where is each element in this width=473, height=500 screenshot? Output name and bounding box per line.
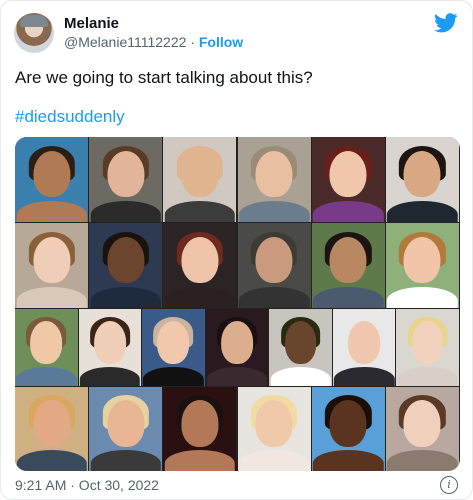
hashtag-link[interactable]: #diedsuddenly xyxy=(15,107,125,127)
portrait-photo xyxy=(237,137,311,222)
follow-button[interactable]: Follow xyxy=(199,34,243,50)
portrait-photo xyxy=(311,223,385,308)
tweet-timestamp[interactable]: 9:21 AM · Oct 30, 2022 xyxy=(15,477,159,493)
portrait-photo xyxy=(78,309,142,386)
portrait-photo xyxy=(15,387,89,471)
portrait-photo xyxy=(385,137,459,222)
tweet-text: Are we going to start talking about this… xyxy=(15,68,313,87)
portrait-photo xyxy=(163,223,237,308)
portrait-photo xyxy=(332,309,396,386)
twitter-bird-icon[interactable] xyxy=(434,12,458,34)
portrait-photo xyxy=(311,387,385,471)
portrait-photo xyxy=(15,223,89,308)
portrait-photo xyxy=(142,309,205,386)
portrait-photo xyxy=(163,387,237,471)
portrait-photo xyxy=(163,137,237,222)
collage-row xyxy=(15,387,460,471)
collage-row xyxy=(15,309,460,386)
portrait-photo xyxy=(15,137,89,222)
portrait-photo xyxy=(311,137,385,222)
tweet-card: Melanie @Melanie11112222 · Follow Are we… xyxy=(0,0,473,500)
collage-row xyxy=(15,223,460,308)
separator: · xyxy=(190,34,195,50)
collage-row xyxy=(15,137,460,222)
portrait-photo xyxy=(269,309,332,386)
author-handle-row: @Melanie11112222 · Follow xyxy=(64,34,243,50)
portrait-photo xyxy=(15,309,78,386)
author-handle[interactable]: @Melanie11112222 xyxy=(64,34,186,50)
author-name[interactable]: Melanie xyxy=(64,15,119,32)
portrait-photo xyxy=(89,387,163,471)
info-icon[interactable]: i xyxy=(440,476,458,494)
media-collage[interactable] xyxy=(15,137,460,471)
portrait-photo xyxy=(385,223,459,308)
portrait-photo xyxy=(89,137,163,222)
portrait-photo xyxy=(205,309,269,386)
avatar[interactable] xyxy=(14,13,54,53)
portrait-photo xyxy=(385,387,459,471)
portrait-photo xyxy=(237,387,311,471)
portrait-photo xyxy=(237,223,311,308)
portrait-photo xyxy=(89,223,163,308)
portrait-photo xyxy=(396,309,459,386)
